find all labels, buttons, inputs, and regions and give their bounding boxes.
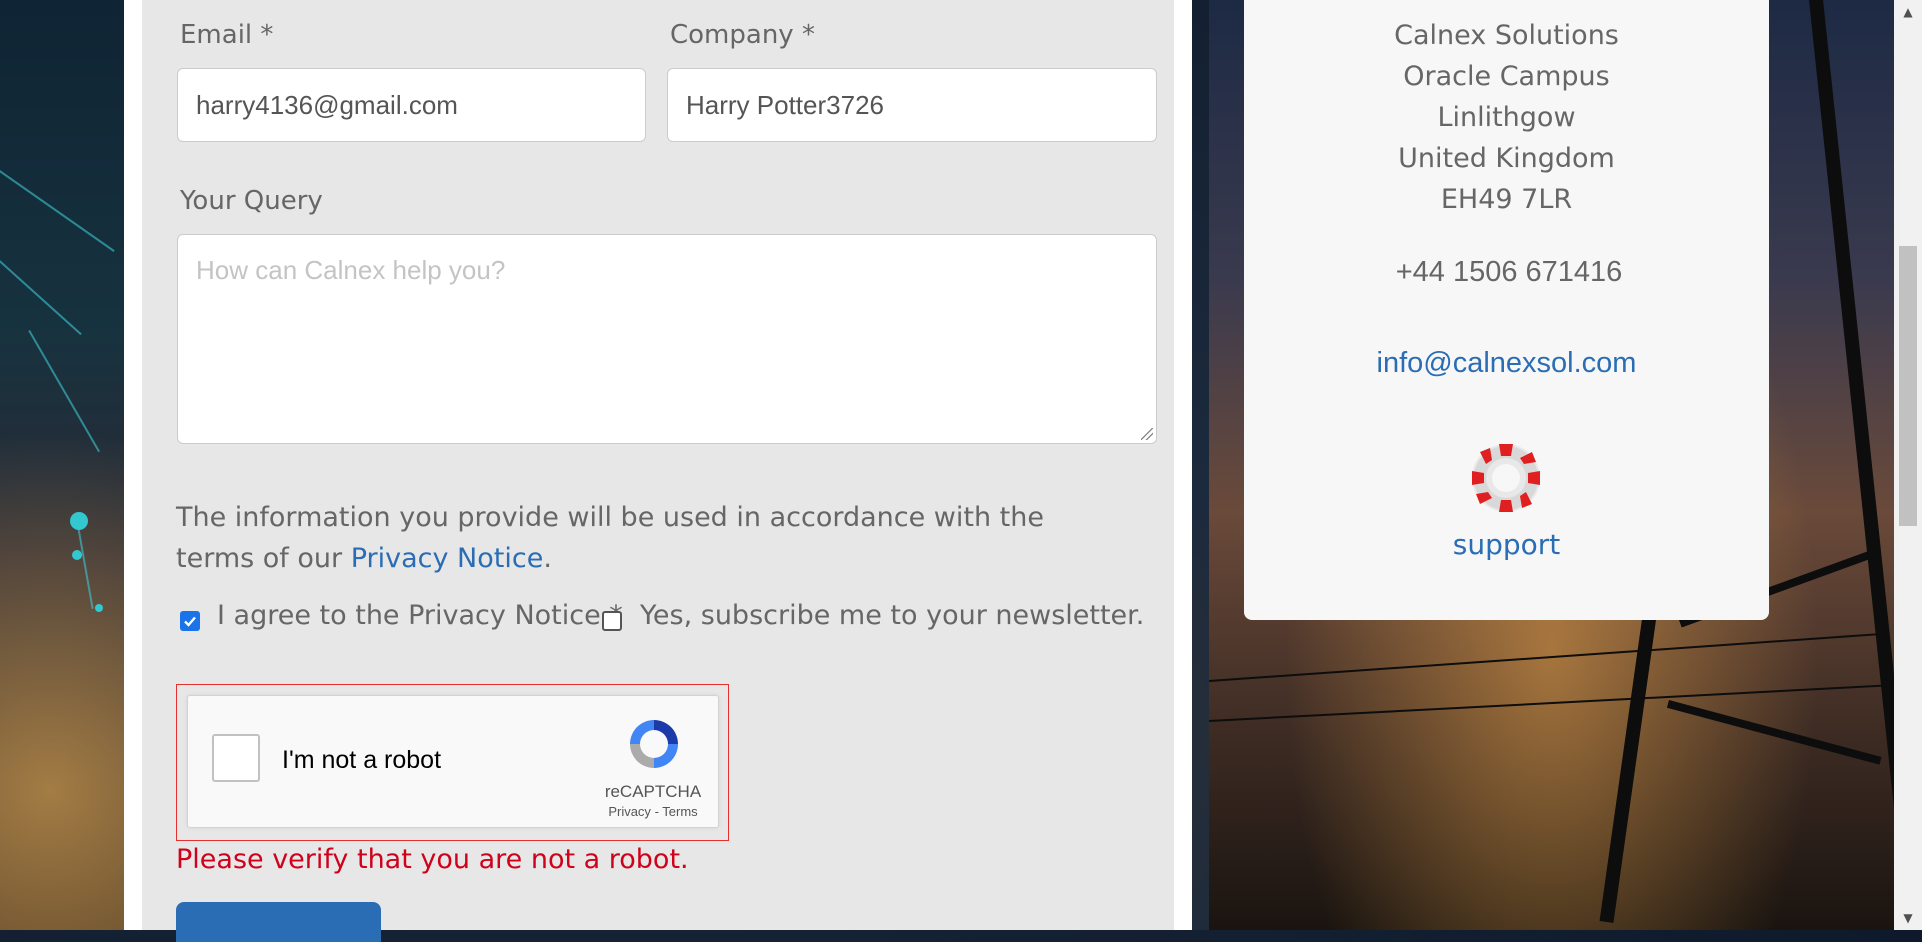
- resize-handle-icon[interactable]: [1141, 428, 1153, 440]
- recaptcha-brand: reCAPTCHA: [604, 782, 702, 801]
- scrollbar-thumb[interactable]: [1899, 246, 1917, 526]
- address-line-town: Linlithgow: [1437, 102, 1576, 133]
- network-line: [28, 330, 100, 453]
- submit-button[interactable]: [176, 902, 381, 942]
- contact-phone: +44 1506 671416: [1395, 256, 1623, 288]
- network-line: [0, 260, 82, 336]
- recaptcha-checkbox[interactable]: [212, 734, 260, 782]
- privacy-notice-link[interactable]: Privacy Notice: [351, 543, 544, 574]
- query-textarea[interactable]: How can Calnex help you?: [177, 234, 1157, 444]
- contact-card: Calnex Solutions Oracle Campus Linlithgo…: [1244, 0, 1769, 620]
- notice-text-before: The information you provide will be used…: [176, 502, 1044, 574]
- power-line: [1209, 632, 1888, 682]
- agree-privacy-label: I agree to the Privacy Notice *: [217, 600, 623, 631]
- address-line-company: Calnex Solutions: [1394, 20, 1619, 51]
- support-link[interactable]: support: [1244, 528, 1769, 561]
- contact-email-link[interactable]: info@calnexsol.com: [1244, 347, 1769, 380]
- page-scrollbar[interactable]: ▲ ▼: [1894, 0, 1922, 930]
- network-line: [0, 170, 115, 252]
- network-node: [95, 604, 103, 612]
- notice-text-after: .: [543, 543, 552, 574]
- newsletter-checkbox[interactable]: [602, 611, 622, 631]
- privacy-notice-text: The information you provide will be used…: [176, 497, 1116, 579]
- query-placeholder: How can Calnex help you?: [196, 255, 506, 285]
- captcha-error-message: Please verify that you are not a robot.: [176, 844, 689, 875]
- scroll-up-icon[interactable]: ▲: [1894, 0, 1922, 24]
- company-field[interactable]: Harry Potter3726: [667, 68, 1157, 142]
- checkmark-icon: [184, 616, 196, 627]
- recaptcha-label: I'm not a robot: [282, 746, 442, 774]
- recaptcha-separator: -: [654, 804, 659, 819]
- power-line: [1209, 684, 1889, 722]
- recaptcha-widget: I'm not a robot reCAPTCHA Privacy - Term…: [187, 695, 719, 828]
- newsletter-label: Yes, subscribe me to your newsletter.: [640, 600, 1145, 631]
- network-line: [76, 520, 94, 609]
- agree-privacy-checkbox[interactable]: [180, 611, 200, 631]
- email-label: Email *: [180, 20, 274, 50]
- recaptcha-privacy-link[interactable]: Privacy: [608, 804, 651, 819]
- captcha-error-frame: I'm not a robot reCAPTCHA Privacy - Term…: [176, 684, 729, 841]
- email-field[interactable]: harry4136@gmail.com: [177, 68, 646, 142]
- scroll-down-icon[interactable]: ▼: [1894, 906, 1922, 930]
- address-line-postcode: EH49 7LR: [1440, 184, 1573, 215]
- pylon-beam: [1666, 700, 1882, 765]
- network-node: [70, 512, 88, 530]
- address-line-country: United Kingdom: [1398, 143, 1615, 174]
- lifebuoy-icon[interactable]: [1468, 440, 1544, 516]
- query-label: Your Query: [180, 186, 323, 216]
- recaptcha-links: Privacy - Terms: [588, 804, 718, 819]
- network-node: [72, 550, 82, 560]
- company-label: Company *: [670, 20, 815, 50]
- address-line-campus: Oracle Campus: [1403, 61, 1610, 92]
- recaptcha-logo-icon: [630, 720, 678, 768]
- background-image-left: [0, 0, 124, 930]
- recaptcha-terms-link[interactable]: Terms: [662, 804, 697, 819]
